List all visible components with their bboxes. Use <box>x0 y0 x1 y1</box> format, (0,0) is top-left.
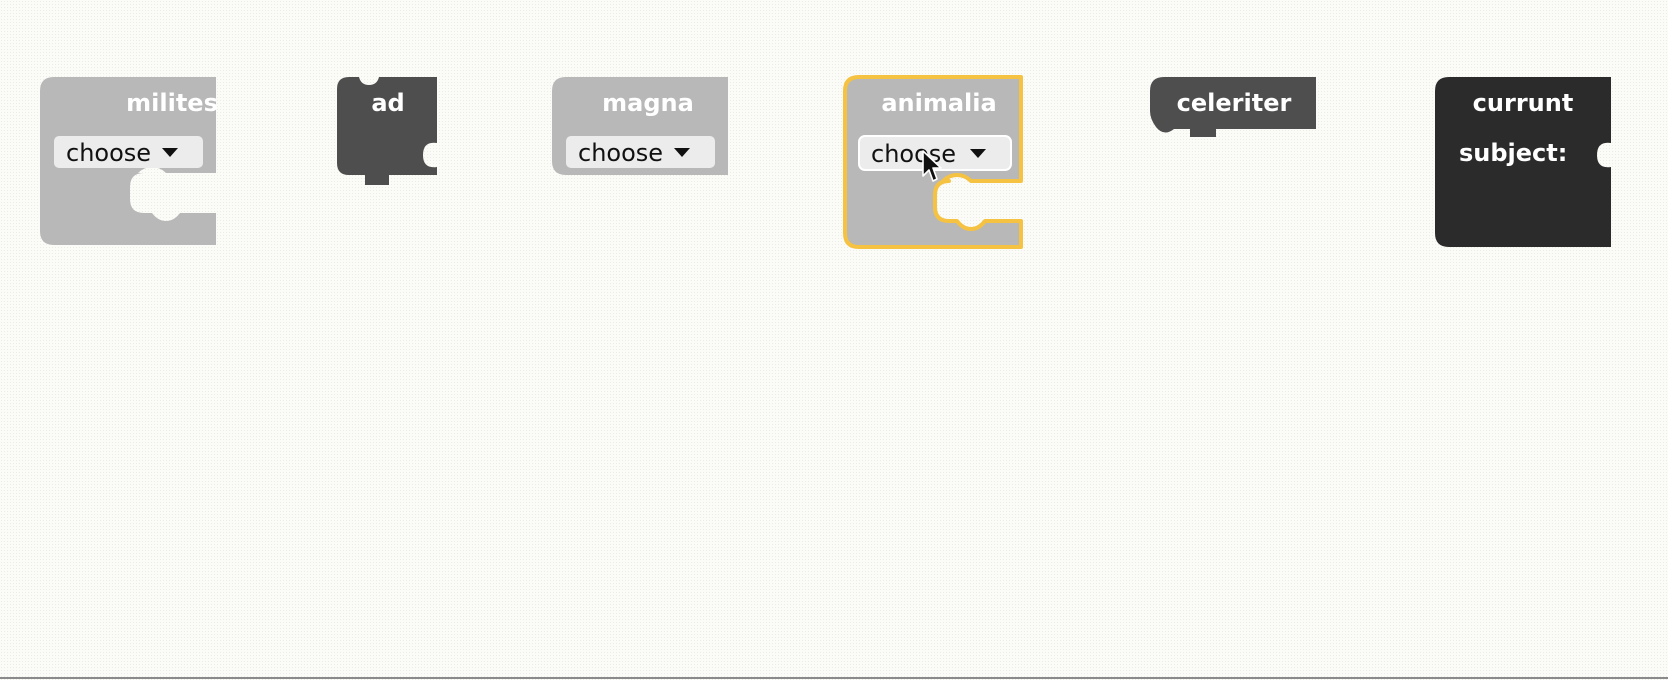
block-magna-dropdown-value: choose <box>578 139 663 167</box>
block-celeriter[interactable]: celeriter <box>1150 77 1320 142</box>
block-ad[interactable]: ad <box>337 77 437 187</box>
block-magna[interactable]: magna choose <box>552 77 732 177</box>
block-currunt-title: currunt <box>1473 89 1574 117</box>
block-milites-title: milites <box>126 89 218 117</box>
block-milites[interactable]: milites choose <box>40 77 220 247</box>
block-magna-title: magna <box>602 89 694 117</box>
block-ad-title: ad <box>371 89 404 117</box>
block-animalia-title: animalia <box>881 89 996 117</box>
block-magna-dropdown[interactable]: choose <box>566 136 715 168</box>
bottom-divider <box>0 677 1668 679</box>
block-celeriter-title: celeriter <box>1177 89 1292 117</box>
block-currunt[interactable]: currunt subject: <box>1435 77 1620 252</box>
block-currunt-input-label: subject: <box>1459 139 1567 167</box>
blockly-workspace[interactable]: milites choose ad magna choose animalia … <box>0 0 1668 680</box>
block-milites-dropdown[interactable]: choose <box>54 136 203 168</box>
mouse-pointer-icon <box>922 150 942 182</box>
block-milites-dropdown-value: choose <box>66 139 151 167</box>
